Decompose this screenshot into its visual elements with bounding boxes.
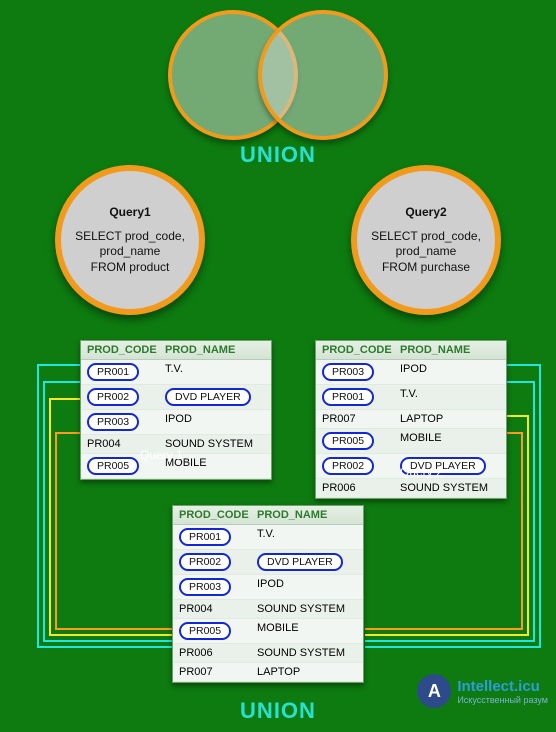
cell-code: PR001 bbox=[173, 525, 251, 549]
cell-code: PR003 bbox=[81, 410, 159, 434]
cell-name: DVD PLAYER bbox=[251, 550, 363, 574]
cell-code: PR005 bbox=[316, 429, 394, 453]
table-row: PR003 IPOD bbox=[316, 360, 506, 385]
column-header: PROD_NAME bbox=[159, 341, 271, 359]
cell-name: LAPTOP bbox=[394, 410, 506, 428]
code-pill: PR002 bbox=[322, 457, 374, 475]
table-row: PR004SOUND SYSTEM bbox=[173, 600, 363, 619]
cell-code: PR006 bbox=[316, 479, 394, 497]
table-row: PR003 IPOD bbox=[173, 575, 363, 600]
cell-code: PR002 bbox=[81, 385, 159, 409]
code-pill: PR003 bbox=[322, 363, 374, 381]
cell-code: PR006 bbox=[173, 644, 251, 662]
table-header: PROD_CODEPROD_NAME bbox=[81, 341, 271, 360]
cell-name: SOUND SYSTEM bbox=[251, 600, 363, 618]
cell-name: LAPTOP bbox=[251, 663, 363, 681]
query1-circle: Query1 SELECT prod_code, prod_name FROM … bbox=[55, 165, 205, 315]
column-header: PROD_CODE bbox=[81, 341, 159, 359]
column-header: PROD_NAME bbox=[394, 341, 506, 359]
table-header: PROD_CODEPROD_NAME bbox=[173, 506, 363, 525]
query1-sql: SELECT prod_code, prod_name FROM product bbox=[75, 229, 185, 276]
cell-name: SOUND SYSTEM bbox=[251, 644, 363, 662]
code-pill: PR001 bbox=[179, 528, 231, 546]
logo-sub: Искусственный разум bbox=[457, 695, 548, 705]
table-row: PR006SOUND SYSTEM bbox=[173, 644, 363, 663]
cell-code: PR001 bbox=[81, 360, 159, 384]
code-pill: PR003 bbox=[87, 413, 139, 431]
name-pill: DVD PLAYER bbox=[165, 388, 251, 406]
cell-code: PR007 bbox=[316, 410, 394, 428]
cell-code: PR002 bbox=[173, 550, 251, 574]
table-row: PR007LAPTOP bbox=[316, 410, 506, 429]
cell-name: IPOD bbox=[394, 360, 506, 384]
cell-code: PR007 bbox=[173, 663, 251, 681]
code-pill: PR001 bbox=[322, 388, 374, 406]
table-row: PR005 MOBILE bbox=[173, 619, 363, 644]
code-pill: PR005 bbox=[87, 457, 139, 475]
venn-circle-right bbox=[258, 10, 388, 140]
cell-code: PR001 bbox=[316, 385, 394, 409]
logo-badge-icon: A bbox=[417, 674, 451, 708]
table-row: PR003 IPOD bbox=[81, 410, 271, 435]
cell-code: PR005 bbox=[173, 619, 251, 643]
cell-name: T.V. bbox=[159, 360, 271, 384]
query2-table-label: Query 2 bbox=[400, 465, 443, 479]
table-row: PR002 DVD PLAYER bbox=[173, 550, 363, 575]
cell-name: SOUND SYSTEM bbox=[394, 479, 506, 497]
logo-name: Intellect.icu bbox=[457, 678, 540, 695]
code-pill: PR002 bbox=[87, 388, 139, 406]
column-header: PROD_CODE bbox=[173, 506, 251, 524]
table-row: PR006SOUND SYSTEM bbox=[316, 479, 506, 498]
code-pill: PR003 bbox=[179, 578, 231, 596]
table-header: PROD_CODEPROD_NAME bbox=[316, 341, 506, 360]
column-header: PROD_NAME bbox=[251, 506, 363, 524]
site-logo: A Intellect.icu Искусственный разум bbox=[417, 674, 548, 708]
code-pill: PR005 bbox=[179, 622, 231, 640]
cell-name: MOBILE bbox=[251, 619, 363, 643]
table-row: PR001 T.V. bbox=[316, 385, 506, 410]
union-label-top: UNION bbox=[0, 142, 556, 168]
cell-name: T.V. bbox=[251, 525, 363, 549]
table-row: PR002 DVD PLAYER bbox=[81, 385, 271, 410]
table-row: PR005 MOBILE bbox=[316, 429, 506, 454]
table-row: PR001 T.V. bbox=[173, 525, 363, 550]
cell-name: T.V. bbox=[394, 385, 506, 409]
code-pill: PR005 bbox=[322, 432, 374, 450]
query1-table-label: Query 1 bbox=[140, 448, 183, 462]
union-result-table: PROD_CODEPROD_NAME PR001 T.V. PR002 DVD PLAY… bbox=[172, 505, 364, 683]
table-row: PR001 T.V. bbox=[81, 360, 271, 385]
query1-title: Query1 bbox=[109, 205, 150, 219]
query2-sql: SELECT prod_code, prod_name FROM purchas… bbox=[371, 229, 481, 276]
cell-name: IPOD bbox=[251, 575, 363, 599]
code-pill: PR002 bbox=[179, 553, 231, 571]
query2-title: Query2 bbox=[405, 205, 446, 219]
cell-code: PR003 bbox=[173, 575, 251, 599]
cell-code: PR002 bbox=[316, 454, 394, 478]
cell-name: DVD PLAYER bbox=[159, 385, 271, 409]
table-row: PR007LAPTOP bbox=[173, 663, 363, 682]
cell-code: PR003 bbox=[316, 360, 394, 384]
column-header: PROD_CODE bbox=[316, 341, 394, 359]
query2-circle: Query2 SELECT prod_code, prod_name FROM … bbox=[351, 165, 501, 315]
cell-name: MOBILE bbox=[394, 429, 506, 453]
code-pill: PR001 bbox=[87, 363, 139, 381]
cell-code: PR004 bbox=[173, 600, 251, 618]
cell-name: IPOD bbox=[159, 410, 271, 434]
name-pill: DVD PLAYER bbox=[257, 553, 343, 571]
diagram-stage: UNION Query1 SELECT prod_code, prod_name… bbox=[0, 0, 556, 732]
venn-diagram bbox=[0, 10, 556, 140]
